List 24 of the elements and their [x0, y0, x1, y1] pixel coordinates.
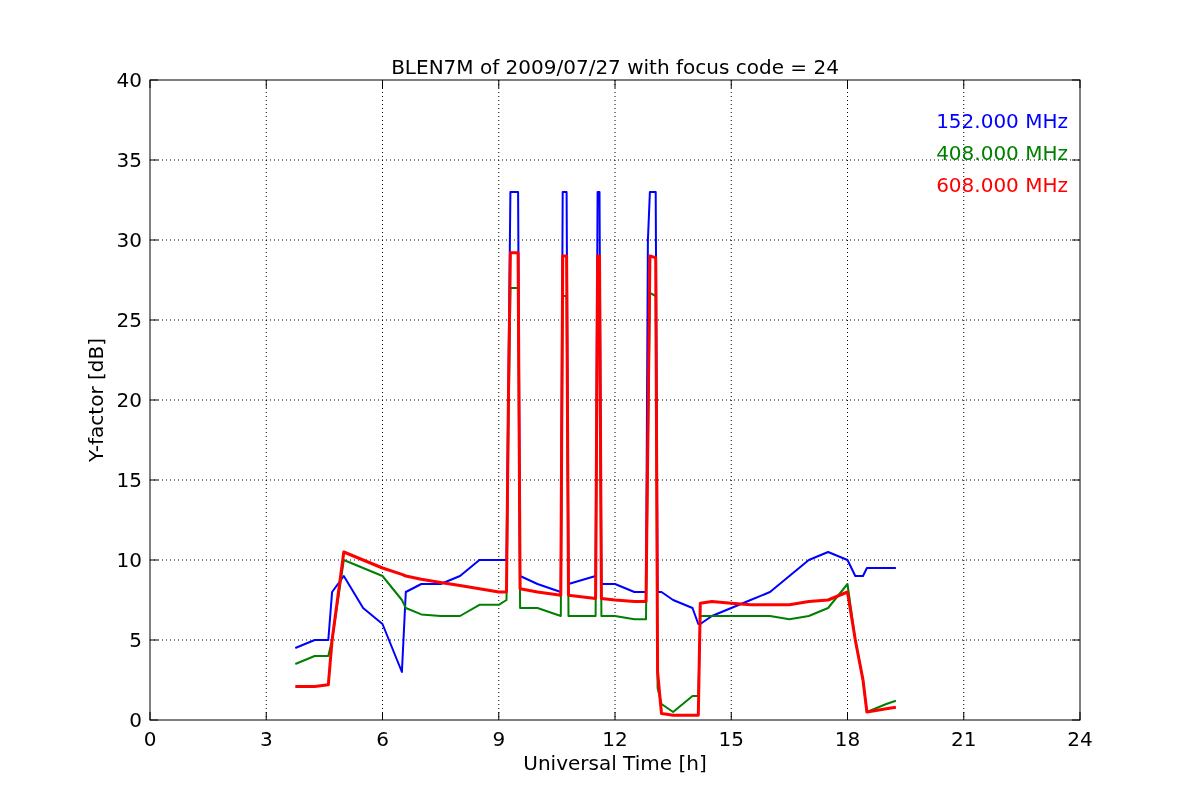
legend-label: 152.000 MHz	[936, 109, 1068, 133]
chart-title: BLEN7M of 2009/07/27 with focus code = 24	[391, 55, 839, 79]
axis-tick-label: 30	[116, 228, 142, 252]
axis-tick-label: 3	[259, 727, 273, 751]
axis-tick-label: 12	[602, 727, 628, 751]
axis-tick-label: 21	[951, 727, 977, 751]
axis-tick-label: 5	[129, 628, 142, 652]
axis-tick-label: 40	[116, 68, 142, 92]
axis-tick-label: 24	[1067, 727, 1093, 751]
axis-tick-label: 0	[129, 708, 142, 732]
legend-label: 408.000 MHz	[936, 141, 1068, 165]
axis-tick-label: 0	[143, 727, 157, 751]
axis-tick-label: 15	[718, 727, 744, 751]
axis-tick-label: 25	[116, 308, 142, 332]
axis-tick-label: 15	[116, 468, 142, 492]
axis-tick-label: 6	[376, 727, 389, 751]
axis-tick-label: 35	[116, 148, 142, 172]
axis-tick-label: 20	[116, 388, 142, 412]
axis-tick-label: 9	[492, 727, 506, 751]
axis-tick-label: 10	[116, 548, 142, 572]
x-axis-label: Universal Time [h]	[523, 751, 707, 775]
axis-tick-label: 18	[834, 727, 861, 751]
y-axis-label: Y-factor [dB]	[84, 338, 108, 462]
legend-label: 608.000 MHz	[936, 173, 1068, 197]
